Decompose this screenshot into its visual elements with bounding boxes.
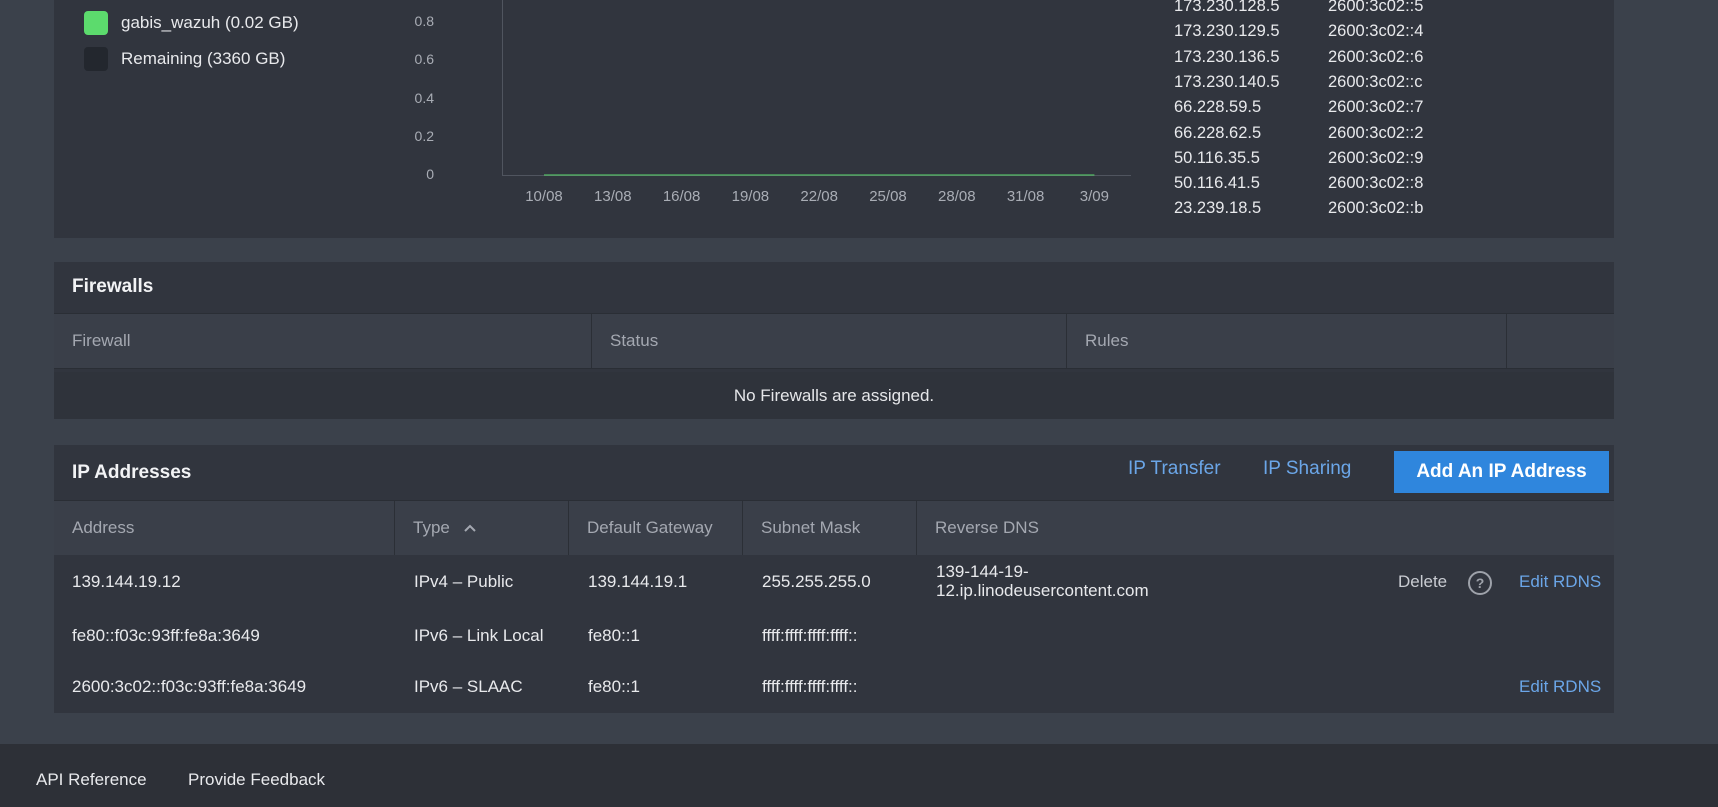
dns-resolver-ipv6: 2600:3c02::9 xyxy=(1328,148,1424,167)
dns-resolver-ipv6: 2600:3c02::2 xyxy=(1328,123,1424,142)
column-header-address[interactable]: Address xyxy=(54,501,395,555)
dns-resolver-ipv4: 23.239.18.5 xyxy=(1174,199,1262,218)
dns-resolver-ipv6: 2600:3c02::8 xyxy=(1328,174,1424,193)
column-header-type[interactable]: Type xyxy=(395,501,569,555)
dns-resolver-ipv4: 66.228.59.5 xyxy=(1174,98,1262,117)
column-header-firewall[interactable]: Firewall xyxy=(54,314,592,368)
ip-type-cell: IPv4 – Public xyxy=(414,572,514,591)
dns-resolver-ipv4: 173.230.128.5 xyxy=(1174,0,1280,15)
ip-transfer-button[interactable]: IP Transfer xyxy=(1128,458,1221,480)
column-header-subnet-mask[interactable]: Subnet Mask xyxy=(743,501,917,555)
dns-resolver-ipv4: 173.230.129.5 xyxy=(1174,22,1280,41)
ip-type-cell: IPv6 – SLAAC xyxy=(414,677,523,696)
dns-resolver-ipv6: 2600:3c02::5 xyxy=(1328,0,1424,15)
api-reference-link[interactable]: API Reference xyxy=(36,770,147,790)
ip-gateway-cell: fe80::1 xyxy=(588,626,640,645)
footer: API Reference Provide Feedback xyxy=(0,744,1718,807)
add-ip-address-button[interactable]: Add An IP Address xyxy=(1394,451,1609,493)
firewalls-panel: Firewalls Firewall Status Rules No Firew… xyxy=(54,262,1614,419)
edit-rdns-link[interactable]: Edit RDNS xyxy=(1519,572,1601,592)
column-header-status[interactable]: Status xyxy=(592,314,1067,368)
ip-gateway-cell: 139.144.19.1 xyxy=(588,572,688,591)
ip-sharing-button[interactable]: IP Sharing xyxy=(1263,458,1351,480)
ip-table-row: 139.144.19.12 IPv4 – Public 139.144.19.1… xyxy=(54,555,1614,612)
sort-ascending-icon xyxy=(463,501,477,555)
ip-addresses-panel: IP Addresses IP Transfer IP Sharing Add … xyxy=(54,445,1614,713)
ip-table-row: fe80::f03c:93ff:fe8a:3649 IPv6 – Link Lo… xyxy=(54,611,1614,663)
network-transfer-panel: gabis_wazuh (0.02 GB) Remaining (3360 GB… xyxy=(54,0,1614,238)
ip-subnet-cell: ffff:ffff:ffff:ffff:: xyxy=(762,677,858,696)
ip-table-row: 2600:3c02::f03c:93ff:fe8a:3649 IPv6 – SL… xyxy=(54,662,1614,713)
column-header-type-label: Type xyxy=(413,518,450,537)
ip-type-cell: IPv6 – Link Local xyxy=(414,626,544,645)
dns-resolver-ipv4: 173.230.140.5 xyxy=(1174,72,1280,91)
column-header-rules[interactable]: Rules xyxy=(1067,314,1507,368)
dns-resolver-ipv6: 2600:3c02::4 xyxy=(1328,22,1424,41)
dns-resolver-ipv4: 173.230.136.5 xyxy=(1174,47,1280,66)
column-header-default-gateway[interactable]: Default Gateway xyxy=(569,501,743,555)
dns-resolver-ipv6: 2600:3c02::7 xyxy=(1328,98,1424,117)
ip-address-cell: 2600:3c02::f03c:93ff:fe8a:3649 xyxy=(72,677,307,696)
dns-resolver-ipv4: 50.116.35.5 xyxy=(1174,148,1260,167)
dns-resolver-ipv6: 2600:3c02::b xyxy=(1328,199,1424,218)
help-icon[interactable]: ? xyxy=(1468,571,1492,595)
dns-resolver-ipv4: 50.116.41.5 xyxy=(1174,174,1260,193)
provide-feedback-link[interactable]: Provide Feedback xyxy=(188,770,325,790)
dns-resolver-ipv4: 66.228.62.5 xyxy=(1174,123,1262,142)
ip-subnet-cell: 255.255.255.0 xyxy=(762,572,871,591)
column-header-reverse-dns[interactable]: Reverse DNS xyxy=(917,501,1317,555)
ip-rdns-line-1: 139-144-19- xyxy=(936,562,1029,581)
ip-subnet-cell: ffff:ffff:ffff:ffff:: xyxy=(762,626,858,645)
ip-address-cell: 139.144.19.12 xyxy=(72,572,181,591)
ip-address-cell: fe80::f03c:93ff:fe8a:3649 xyxy=(72,626,260,645)
firewalls-empty-message: No Firewalls are assigned. xyxy=(54,372,1614,419)
ip-table-header: Address Type Default Gateway Subnet Mask… xyxy=(54,500,1614,556)
firewalls-title: Firewalls xyxy=(72,276,154,297)
ip-addresses-title: IP Addresses xyxy=(72,462,192,483)
firewalls-table-header: Firewall Status Rules xyxy=(54,313,1614,369)
delete-ip-link[interactable]: Delete xyxy=(1398,572,1447,592)
dns-resolver-ipv6: 2600:3c02::6 xyxy=(1328,47,1424,66)
edit-rdns-link[interactable]: Edit RDNS xyxy=(1519,677,1601,697)
dns-resolver-ipv6: 2600:3c02::c xyxy=(1328,72,1423,91)
ip-rdns-cell: 139-144-19- 12.ip.linodeusercontent.com xyxy=(936,562,1149,600)
ip-rdns-line-2: 12.ip.linodeusercontent.com xyxy=(936,581,1149,600)
ip-gateway-cell: fe80::1 xyxy=(588,677,640,696)
